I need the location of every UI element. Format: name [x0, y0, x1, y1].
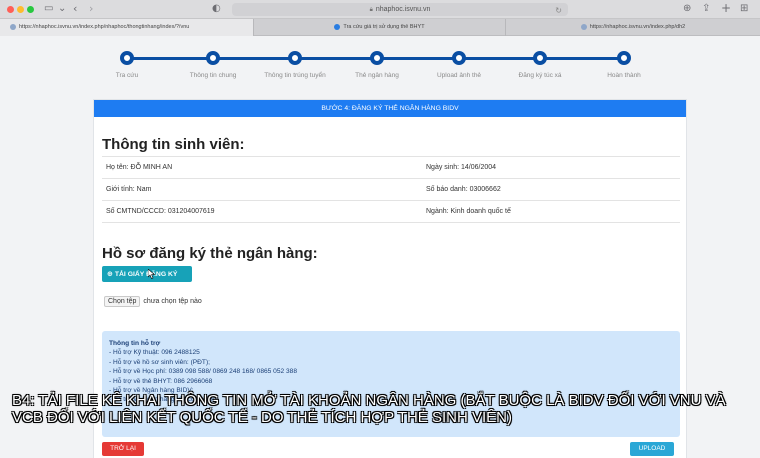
- browser-titlebar: ▭ ⌄ ‹ › ◐ 🔒︎ nhaphoc.isvnu.vn ↻ ⊕ ⇪ + ⊞: [0, 0, 760, 19]
- back-button[interactable]: TRỞ LẠI: [102, 442, 144, 456]
- upload-button[interactable]: UPLOAD: [630, 442, 674, 456]
- back-icon[interactable]: ‹: [73, 3, 77, 15]
- info-cell: Số CMTND/CCCD: 031204007619: [106, 208, 215, 215]
- support-line: - Hỗ trợ về Học phí: 0389 098 588/ 0869 …: [109, 368, 297, 376]
- download-icon[interactable]: ⊕: [683, 3, 691, 15]
- step-label[interactable]: Hoàn thành: [579, 72, 669, 79]
- step-label[interactable]: Thẻ ngân hàng: [332, 72, 422, 79]
- info-cell: Số báo danh: 03006662: [426, 186, 501, 193]
- new-tab-icon[interactable]: +: [721, 2, 731, 14]
- file-status: chưa chọn tệp nào: [143, 298, 202, 305]
- video-caption: B4: TẢI FILE KÊ KHAI THÔNG TIN MỞ TÀI KH…: [12, 392, 726, 426]
- step-dot: [288, 51, 302, 65]
- info-cell: Ngành: Kinh doanh quốc tế: [426, 208, 511, 215]
- tab-bar: https://nhaphoc.isvnu.vn/index.php/nhaph…: [0, 19, 760, 36]
- table-row: Họ tên: ĐỖ MINH AN Ngày sinh: 14/06/2004: [102, 157, 680, 179]
- support-line: - Hỗ trợ về thẻ BHYT: 086 2966068: [109, 377, 213, 385]
- shield-icon[interactable]: ◐: [212, 3, 221, 15]
- sidebar-icon[interactable]: ▭: [44, 3, 53, 15]
- browser-tab[interactable]: Tra cứu giá trị sử dụng thẻ BHYT: [253, 19, 506, 36]
- step-dot: [206, 51, 220, 65]
- support-title: Thông tin hỗ trợ: [109, 340, 161, 347]
- tab-label: https://nhaphoc.isvnu.vn/index.php/nhaph…: [19, 24, 190, 30]
- step-dot: [533, 51, 547, 65]
- step-label[interactable]: Tra cứu: [82, 72, 172, 79]
- choose-file-button[interactable]: Chọn tệp: [104, 296, 141, 307]
- favicon-icon: [334, 23, 341, 30]
- window-close-button[interactable]: [7, 6, 14, 13]
- mouse-cursor-icon: [148, 269, 156, 279]
- step-dot: [617, 51, 631, 65]
- info-cell: Giới tính: Nam: [106, 186, 152, 193]
- lock-icon: 🔒︎: [369, 7, 373, 13]
- download-icon: ⊕: [107, 270, 113, 278]
- bank-profile-title: Hồ sơ đăng ký thẻ ngân hàng:: [102, 245, 318, 262]
- reload-icon[interactable]: ↻: [555, 4, 562, 17]
- progress-steps: Tra cứu Thông tin chung Thông tin trúng …: [0, 36, 760, 86]
- card-header: BƯỚC 4: ĐĂNG KÝ THẺ NGÂN HÀNG BIDV: [94, 100, 686, 117]
- step-label[interactable]: Thông tin chung: [168, 72, 258, 79]
- step-dot: [120, 51, 134, 65]
- file-input: Chọn tệp chưa chọn tệp nào: [104, 296, 202, 307]
- address-bar[interactable]: 🔒︎ nhaphoc.isvnu.vn ↻: [232, 3, 568, 16]
- favicon-icon: [580, 23, 587, 30]
- step-dot: [452, 51, 466, 65]
- info-cell: Ngày sinh: 14/06/2004: [426, 164, 497, 171]
- tab-label: https://nhaphoc.isvnu.vn/index.php/dh2: [589, 24, 686, 30]
- favicon-icon: [10, 23, 16, 30]
- share-icon[interactable]: ⇪: [702, 3, 710, 15]
- step-label[interactable]: Thông tin trúng tuyển: [250, 72, 340, 79]
- info-cell: Họ tên: ĐỖ MINH AN: [106, 164, 173, 171]
- step-label[interactable]: Upload ảnh thẻ: [414, 72, 504, 79]
- table-row: Giới tính: Nam Số báo danh: 03006662: [102, 179, 680, 201]
- window-minimize-button[interactable]: [17, 6, 24, 13]
- support-line: - Hỗ trợ Kỹ thuật: 096 2488125: [109, 349, 200, 357]
- forward-icon[interactable]: ›: [89, 3, 93, 15]
- window-maximize-button[interactable]: [27, 6, 34, 13]
- download-form-button[interactable]: ⊕ TẢI GIẤY ĐĂNG KÝ: [102, 266, 192, 282]
- browser-tab[interactable]: https://nhaphoc.isvnu.vn/index.php/nhaph…: [0, 19, 253, 36]
- address-text: nhaphoc.isvnu.vn: [375, 6, 431, 13]
- step-label[interactable]: Đăng ký túc xá: [495, 72, 585, 79]
- tab-overview-icon[interactable]: ⊞: [740, 3, 748, 15]
- student-info-title: Thông tin sinh viên:: [102, 136, 245, 153]
- table-row: Số CMTND/CCCD: 031204007619 Ngành: Kinh …: [102, 201, 680, 223]
- browser-tab[interactable]: https://nhaphoc.isvnu.vn/index.php/dh2: [506, 19, 760, 36]
- step-dot: [370, 51, 384, 65]
- download-form-label: TẢI GIẤY ĐĂNG KÝ: [114, 271, 178, 278]
- support-line: - Hỗ trợ về hồ sơ sinh viên: (PĐT);: [109, 358, 210, 366]
- tab-label: Tra cứu giá trị sử dụng thẻ BHYT: [343, 24, 425, 30]
- chevron-down-icon[interactable]: ⌄: [58, 3, 66, 15]
- student-info-table: Họ tên: ĐỖ MINH AN Ngày sinh: 14/06/2004…: [102, 156, 680, 223]
